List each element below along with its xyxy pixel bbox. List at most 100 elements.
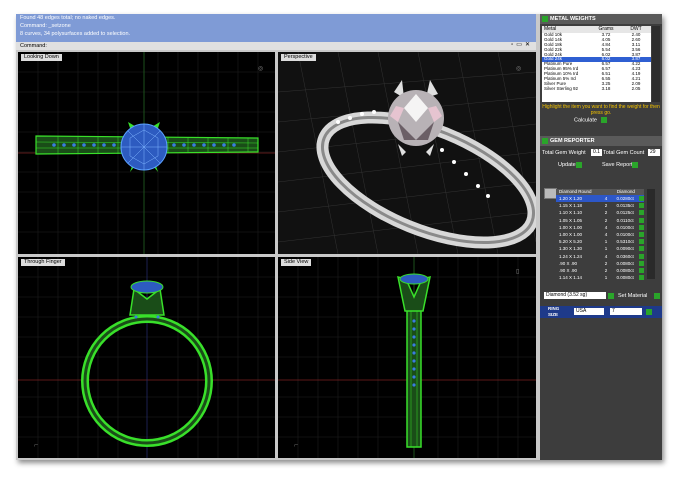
select-stone-button[interactable] [639, 217, 645, 223]
list-cell: 4 [604, 224, 608, 230]
select-stone-button[interactable] [639, 203, 645, 209]
select-stone-button[interactable] [639, 253, 645, 259]
table-row[interactable]: Silver Sterling 92 3.18 2.05 [542, 85, 651, 92]
metal-table-scrollbar[interactable] [652, 26, 660, 102]
list-cell: 1.30 X 1.30 [559, 246, 583, 252]
viewport-title[interactable]: Through Finger [21, 259, 65, 266]
viewport-perspective[interactable]: Perspective ◎ [278, 52, 536, 254]
list-cell: 1.14 X 1.14 [559, 275, 583, 281]
list-cell: 0.0090ct [616, 246, 634, 252]
select-stone-button[interactable] [639, 210, 645, 216]
window-controls[interactable]: ▫▭✕ [511, 41, 533, 48]
list-cell: 0.5310ct [616, 239, 634, 245]
svg-text:◎: ◎ [258, 66, 263, 72]
list-cell: 2 [604, 217, 608, 223]
material-select[interactable]: Diamond (3.52 sg) [544, 292, 606, 299]
list-cell: 1.20 X 1.20 [559, 196, 583, 201]
list-item[interactable]: 1.20 X 1.20 4 0.0280ct [556, 195, 645, 203]
select-stone-button[interactable] [639, 267, 645, 273]
list-item[interactable]: 1.30 X 1.30 1 0.0090ct [556, 245, 645, 252]
collapse-icon[interactable] [542, 138, 548, 144]
total-gem-count-label: Total Gem Count [603, 150, 645, 156]
select-stone-button[interactable] [639, 246, 645, 252]
collapse-icon[interactable] [542, 16, 548, 22]
ring-size-region-select[interactable]: USA [574, 308, 604, 315]
update-button[interactable] [576, 162, 582, 168]
list-item[interactable]: 1.00 X 1.00 4 0.0100ct [556, 224, 645, 231]
ring-size-select[interactable]: 7 [610, 308, 642, 315]
list-cell: 1.05 X 1.05 [559, 217, 583, 223]
list-cell: 1 [604, 275, 608, 281]
list-cell: 0.0100ct [616, 231, 634, 237]
select-stone-button[interactable] [639, 275, 645, 281]
list-cell: 0.0080ct [616, 275, 634, 281]
viewport-title[interactable]: Looking Down [21, 54, 62, 61]
list-item[interactable]: .90 X .90 2 0.0080ct [556, 267, 645, 274]
list-cell: 2 [604, 203, 608, 209]
viewport-top[interactable]: Looking Down ◎ [18, 52, 275, 254]
history-line: Command: _setzone [20, 23, 71, 29]
list-cell: 1.10 X 1.10 [559, 210, 583, 216]
select-stone-button[interactable] [639, 260, 645, 266]
select-stone-button[interactable] [639, 196, 645, 201]
update-label: Update [558, 162, 576, 168]
save-report-button[interactable] [632, 162, 638, 168]
select-stone-button[interactable] [639, 239, 645, 245]
list-item[interactable]: 1.05 X 1.05 2 0.0110ct [556, 217, 645, 224]
list-cell: 1 [604, 239, 608, 245]
list-item[interactable]: 5.20 X 5.20 1 0.5310ct [556, 238, 645, 245]
gem-list[interactable]: Diamond Round Diamond 1.20 X 1.20 4 0.0280… [556, 189, 645, 281]
ring-size-bar: RING SIZE USA 7 [540, 306, 662, 318]
gem-reporter-header[interactable]: GEM REPORTER [540, 136, 662, 146]
metal-hint-text: Highlight the item you want to find the … [542, 104, 660, 116]
calculate-button[interactable]: Calculate [574, 117, 607, 123]
perspective-render: ◎ [278, 52, 536, 254]
command-area: Found 48 edges total; no naked edges. Co… [16, 14, 536, 50]
metal-weights-table[interactable]: Metal Grams DWT Gold 10k 3.72 2.40 Gold 14k… [542, 26, 651, 102]
list-item[interactable]: 1.00 X 1.00 4 0.0100ct [556, 231, 645, 238]
total-gem-count-value: 29 [648, 149, 660, 156]
material-dropdown-icon[interactable] [608, 293, 614, 299]
table-cell: 3.18 [601, 85, 611, 91]
list-cell: 0.0280ct [616, 196, 634, 201]
gem-list-scrollbar[interactable] [647, 189, 655, 279]
select-stone-button[interactable] [639, 231, 645, 237]
list-cell: 0.0125ct [616, 210, 634, 216]
plugin-panel: METAL WEIGHTS Metal Grams DWT Gold 10k 3.… [540, 14, 662, 460]
viewport-side[interactable]: Side View ▯ ⌐ [278, 257, 536, 458]
list-cell: 0.0135ct [616, 203, 634, 209]
list-cell: 4 [604, 253, 608, 259]
command-prompt-label: Command: [20, 43, 47, 49]
viewport-title[interactable]: Side View [281, 259, 312, 266]
go-icon [600, 117, 607, 123]
list-cell: 0.0360ct [616, 253, 634, 259]
list-item[interactable]: 1.15 X 1.18 2 0.0135ct [556, 202, 645, 209]
list-item[interactable]: .90 X .90 2 0.0080ct [556, 260, 645, 267]
svg-text:▯: ▯ [516, 269, 519, 275]
save-report-label: Save Report [602, 162, 633, 168]
list-cell: .90 X .90 [559, 260, 578, 266]
table-cell: Silver Sterling 92 [544, 85, 579, 91]
select-stone-button[interactable] [639, 224, 645, 230]
list-cell: 0.0080ct [616, 260, 634, 266]
ring-size-go-button[interactable] [646, 309, 652, 315]
viewport-title[interactable]: Perspective [281, 54, 316, 61]
list-cell: 1 [604, 246, 608, 252]
history-line: 8 curves, 34 polysurfaces added to selec… [20, 31, 131, 37]
list-cell: 0.0110ct [616, 217, 634, 223]
command-prompt[interactable]: Command: [16, 42, 536, 50]
ring-size-label: RING SIZE [548, 306, 560, 317]
front-view-drawing: ⌐ [18, 257, 275, 458]
svg-text:◎: ◎ [516, 66, 521, 72]
list-cell: 1.00 X 1.00 [559, 224, 583, 230]
viewport-front[interactable]: Through Finger ⌐ [18, 257, 275, 458]
list-item[interactable]: 1.14 X 1.14 1 0.0080ct [556, 274, 645, 281]
metal-weights-header[interactable]: METAL WEIGHTS [540, 14, 662, 24]
command-history: Found 48 edges total; no naked edges. Co… [16, 14, 536, 44]
list-cell: 1.24 X 1.24 [559, 253, 583, 259]
total-gem-weight-value: 0.1 [591, 149, 602, 156]
list-item[interactable]: 1.10 X 1.10 2 0.0125ct [556, 209, 645, 216]
list-cell: .90 X .90 [559, 267, 578, 273]
list-item[interactable]: 1.24 X 1.24 4 0.0360ct [556, 253, 645, 260]
set-material-button[interactable] [654, 293, 660, 299]
